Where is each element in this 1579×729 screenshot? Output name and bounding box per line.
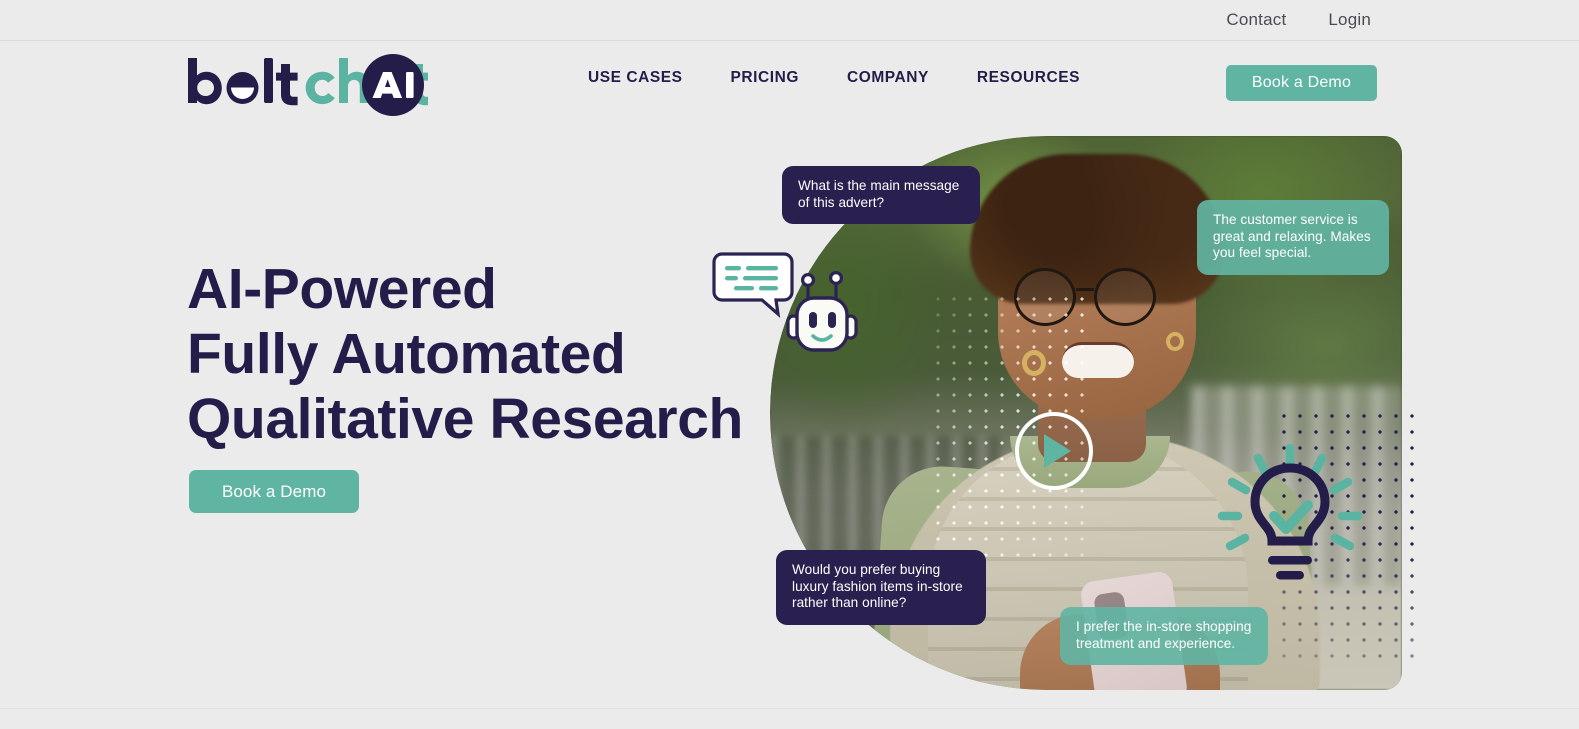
robot-chat-icon [712,252,858,352]
top-utility-bar: Contact Login [0,0,1579,41]
nav-item-pricing[interactable]: PRICING [731,69,799,87]
chat-bubble-answer-instore: I prefer the in-store shopping treatment… [1060,607,1268,665]
boltchat-ai-logo[interactable] [186,54,428,116]
photo-person-earring-right [1166,332,1184,351]
nav-item-use-cases[interactable]: USE CASES [588,69,683,87]
hero-headline: AI-Powered Fully Automated Qualitative R… [187,257,743,451]
hero-book-a-demo-button[interactable]: Book a Demo [189,470,359,513]
page-bottom-strip [0,708,1579,729]
top-utility-links: Contact Login [1226,0,1371,40]
chat-bubble-question-luxury: Would you prefer buying luxury fashion i… [776,550,986,625]
nav-item-resources[interactable]: RESOURCES [977,69,1080,87]
chat-bubble-answer-service: The customer service is great and relaxi… [1197,200,1389,275]
play-icon[interactable] [1015,412,1093,490]
top-link-login[interactable]: Login [1328,10,1371,30]
site-header: USE CASES PRICING COMPANY RESOURCES Book… [0,41,1579,127]
hero-visual: What is the main message of this advert?… [700,120,1420,700]
main-navigation: USE CASES PRICING COMPANY RESOURCES [588,69,1080,87]
nav-item-company[interactable]: COMPANY [847,69,929,87]
page-root: Contact Login USE CASES PRICING COMPANY … [0,0,1579,729]
lightbulb-check-icon [1217,443,1363,580]
header-book-a-demo-button[interactable]: Book a Demo [1226,65,1377,101]
chat-bubble-question-advert: What is the main message of this advert? [782,166,980,224]
top-link-contact[interactable]: Contact [1226,10,1286,30]
